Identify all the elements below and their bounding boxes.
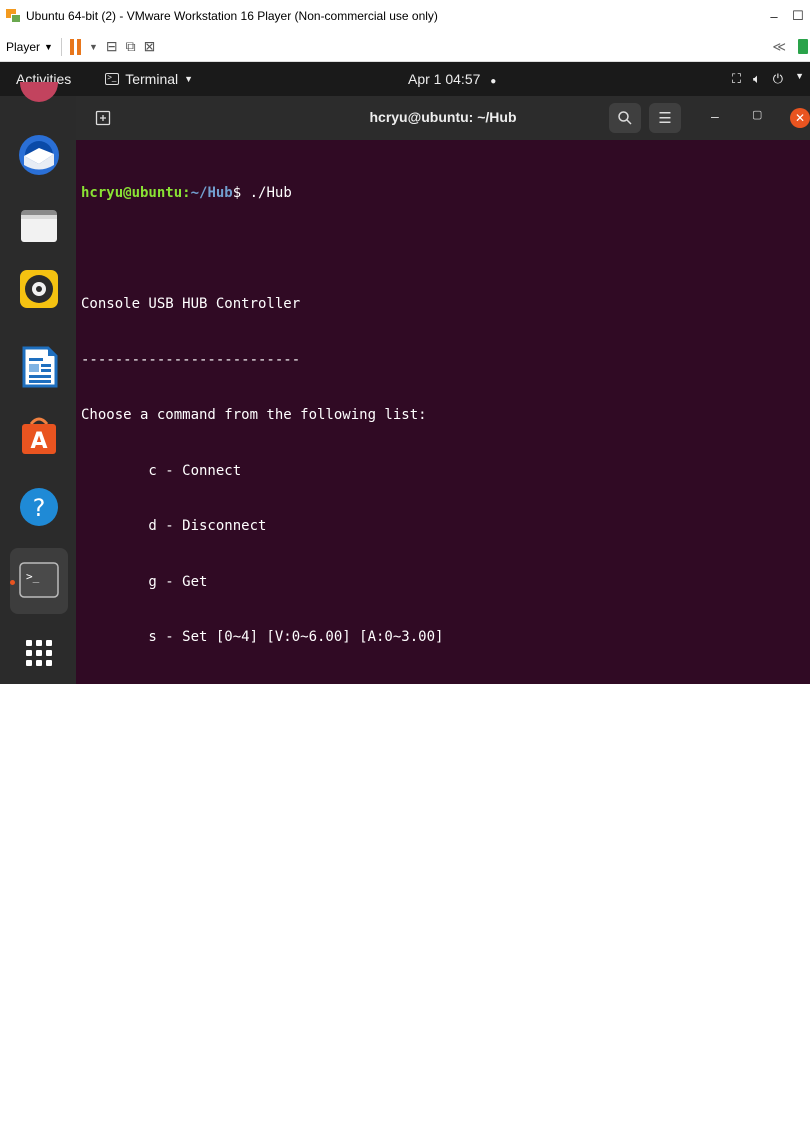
terminal-icon[interactable]: >_	[18, 560, 60, 602]
pause-icon[interactable]	[69, 38, 81, 55]
system-tray[interactable]: ⛶ 🔈︎ ⏻ ▼	[732, 71, 804, 87]
terminal-close-icon[interactable]: ✕	[790, 108, 810, 128]
output-line: r - Relay [0~4] [0/1]	[81, 740, 326, 756]
dock: A ? >_	[0, 82, 76, 684]
output-line: d - Disconnect	[81, 518, 267, 534]
terminal-window[interactable]: hcryu@ubuntu: ~/Hub ☰ – ▢ ✕ hcryu@ubuntu…	[76, 96, 810, 1090]
running-indicator	[10, 580, 15, 585]
volume-icon: 🔈︎	[752, 71, 761, 86]
minimize-button[interactable]: –	[762, 9, 786, 24]
output-line: Console USB HUB Controller	[81, 296, 301, 312]
svg-text:>_: >_	[26, 570, 40, 583]
prompt-command: $ ./Hub	[232, 185, 292, 201]
clock-text: Apr 1 04:57	[408, 71, 481, 87]
network-icon: ⛶	[731, 71, 741, 86]
app-menu-terminal[interactable]: >_ Terminal ▼	[105, 71, 193, 87]
thunderbird-icon[interactable]	[18, 134, 60, 176]
output-line: x/q - Exit	[81, 851, 233, 867]
app-icon-partial[interactable]	[20, 82, 58, 102]
output-line: Choose a command from the following list…	[81, 407, 427, 423]
terminal-output[interactable]: hcryu@ubuntu:~/Hub$ ./Hub Console USB HU…	[81, 147, 443, 1128]
maximize-button[interactable]: ☐	[786, 8, 810, 24]
player-menu-button[interactable]: Player ▼	[6, 40, 53, 54]
output-line: s - Set [0~4] [V:0~6.00] [A:0~3.00]	[81, 629, 444, 645]
help-icon[interactable]: ?	[18, 486, 60, 528]
app-menu-label: Terminal	[125, 71, 179, 87]
output-line: p - Power [0~4] [0/1]	[81, 684, 326, 701]
vmware-toolbar: Player ▼ ▼ ⊟ ⧉ ⊠ ≪	[0, 32, 810, 62]
terminal-title: hcryu@ubuntu: ~/Hub	[369, 109, 517, 125]
chevron-down-icon: ▼	[184, 74, 194, 84]
prompt-path: ~/Hub	[190, 185, 233, 201]
output-line: --------------------------	[81, 351, 301, 368]
current-prompt: >>	[81, 1074, 107, 1090]
unity-mode-icon[interactable]: ⊠	[144, 38, 156, 55]
output-line: >> c	[81, 906, 115, 923]
collapse-icon[interactable]: ≪	[772, 39, 786, 55]
clock[interactable]: Apr 1 04:57 ●	[408, 71, 496, 87]
libreoffice-writer-icon[interactable]	[18, 346, 60, 388]
pause-dropdown-icon[interactable]: ▼	[89, 42, 98, 52]
ubuntu-software-icon[interactable]: A	[18, 414, 60, 456]
rhythmbox-icon[interactable]	[18, 268, 60, 310]
app-grid-icon[interactable]	[18, 632, 60, 674]
prompt-user: hcryu@ubuntu	[81, 185, 183, 201]
files-icon[interactable]	[18, 204, 60, 246]
svg-text:A: A	[30, 429, 47, 454]
output-line: c - Connect	[81, 462, 242, 479]
fit-guest-icon[interactable]: ⧉	[126, 38, 136, 55]
prompt-line: hcryu@ubuntu:~/Hub$ ./Hub	[81, 185, 292, 201]
output-line: >> g	[81, 962, 115, 978]
ubuntu-top-bar: Activities >_ Terminal ▼ Apr 1 04:57 ● ⛶…	[0, 62, 810, 96]
power-icon: ⏻	[772, 71, 784, 86]
current-prompt-line[interactable]: >>	[81, 1072, 443, 1091]
output-line: g - Get	[81, 573, 208, 590]
terminal-small-icon: >_	[105, 73, 120, 85]
player-label: Player	[6, 39, 41, 54]
window-title: Ubuntu 64-bit (2) - VMware Workstation 1…	[26, 9, 438, 23]
hamburger-menu-icon[interactable]: ☰	[649, 103, 681, 133]
vmware-title-bar: Ubuntu 64-bit (2) - VMware Workstation 1…	[0, 0, 810, 32]
svg-text:?: ?	[33, 494, 46, 522]
library-icon[interactable]	[798, 39, 808, 54]
terminal-header-bar: hcryu@ubuntu: ~/Hub ☰ – ▢ ✕	[76, 96, 810, 140]
text-cursor	[106, 1072, 116, 1089]
terminal-minimize-icon[interactable]: –	[711, 108, 719, 124]
vmware-logo-icon	[6, 9, 22, 23]
output-line: ?/h - Help	[81, 795, 233, 812]
search-icon[interactable]	[609, 103, 641, 133]
terminal-maximize-icon[interactable]: ▢	[752, 108, 762, 121]
output-line: 3 Byte Send: 55 00 0F	[81, 1017, 259, 1034]
notification-dot-icon: ●	[490, 76, 497, 87]
chevron-down-icon: ▼	[44, 41, 53, 52]
toolbar-divider	[60, 37, 62, 56]
chevron-down-icon: ▼	[795, 71, 804, 81]
send-ctrl-alt-del-icon[interactable]: ⊟	[106, 38, 118, 55]
